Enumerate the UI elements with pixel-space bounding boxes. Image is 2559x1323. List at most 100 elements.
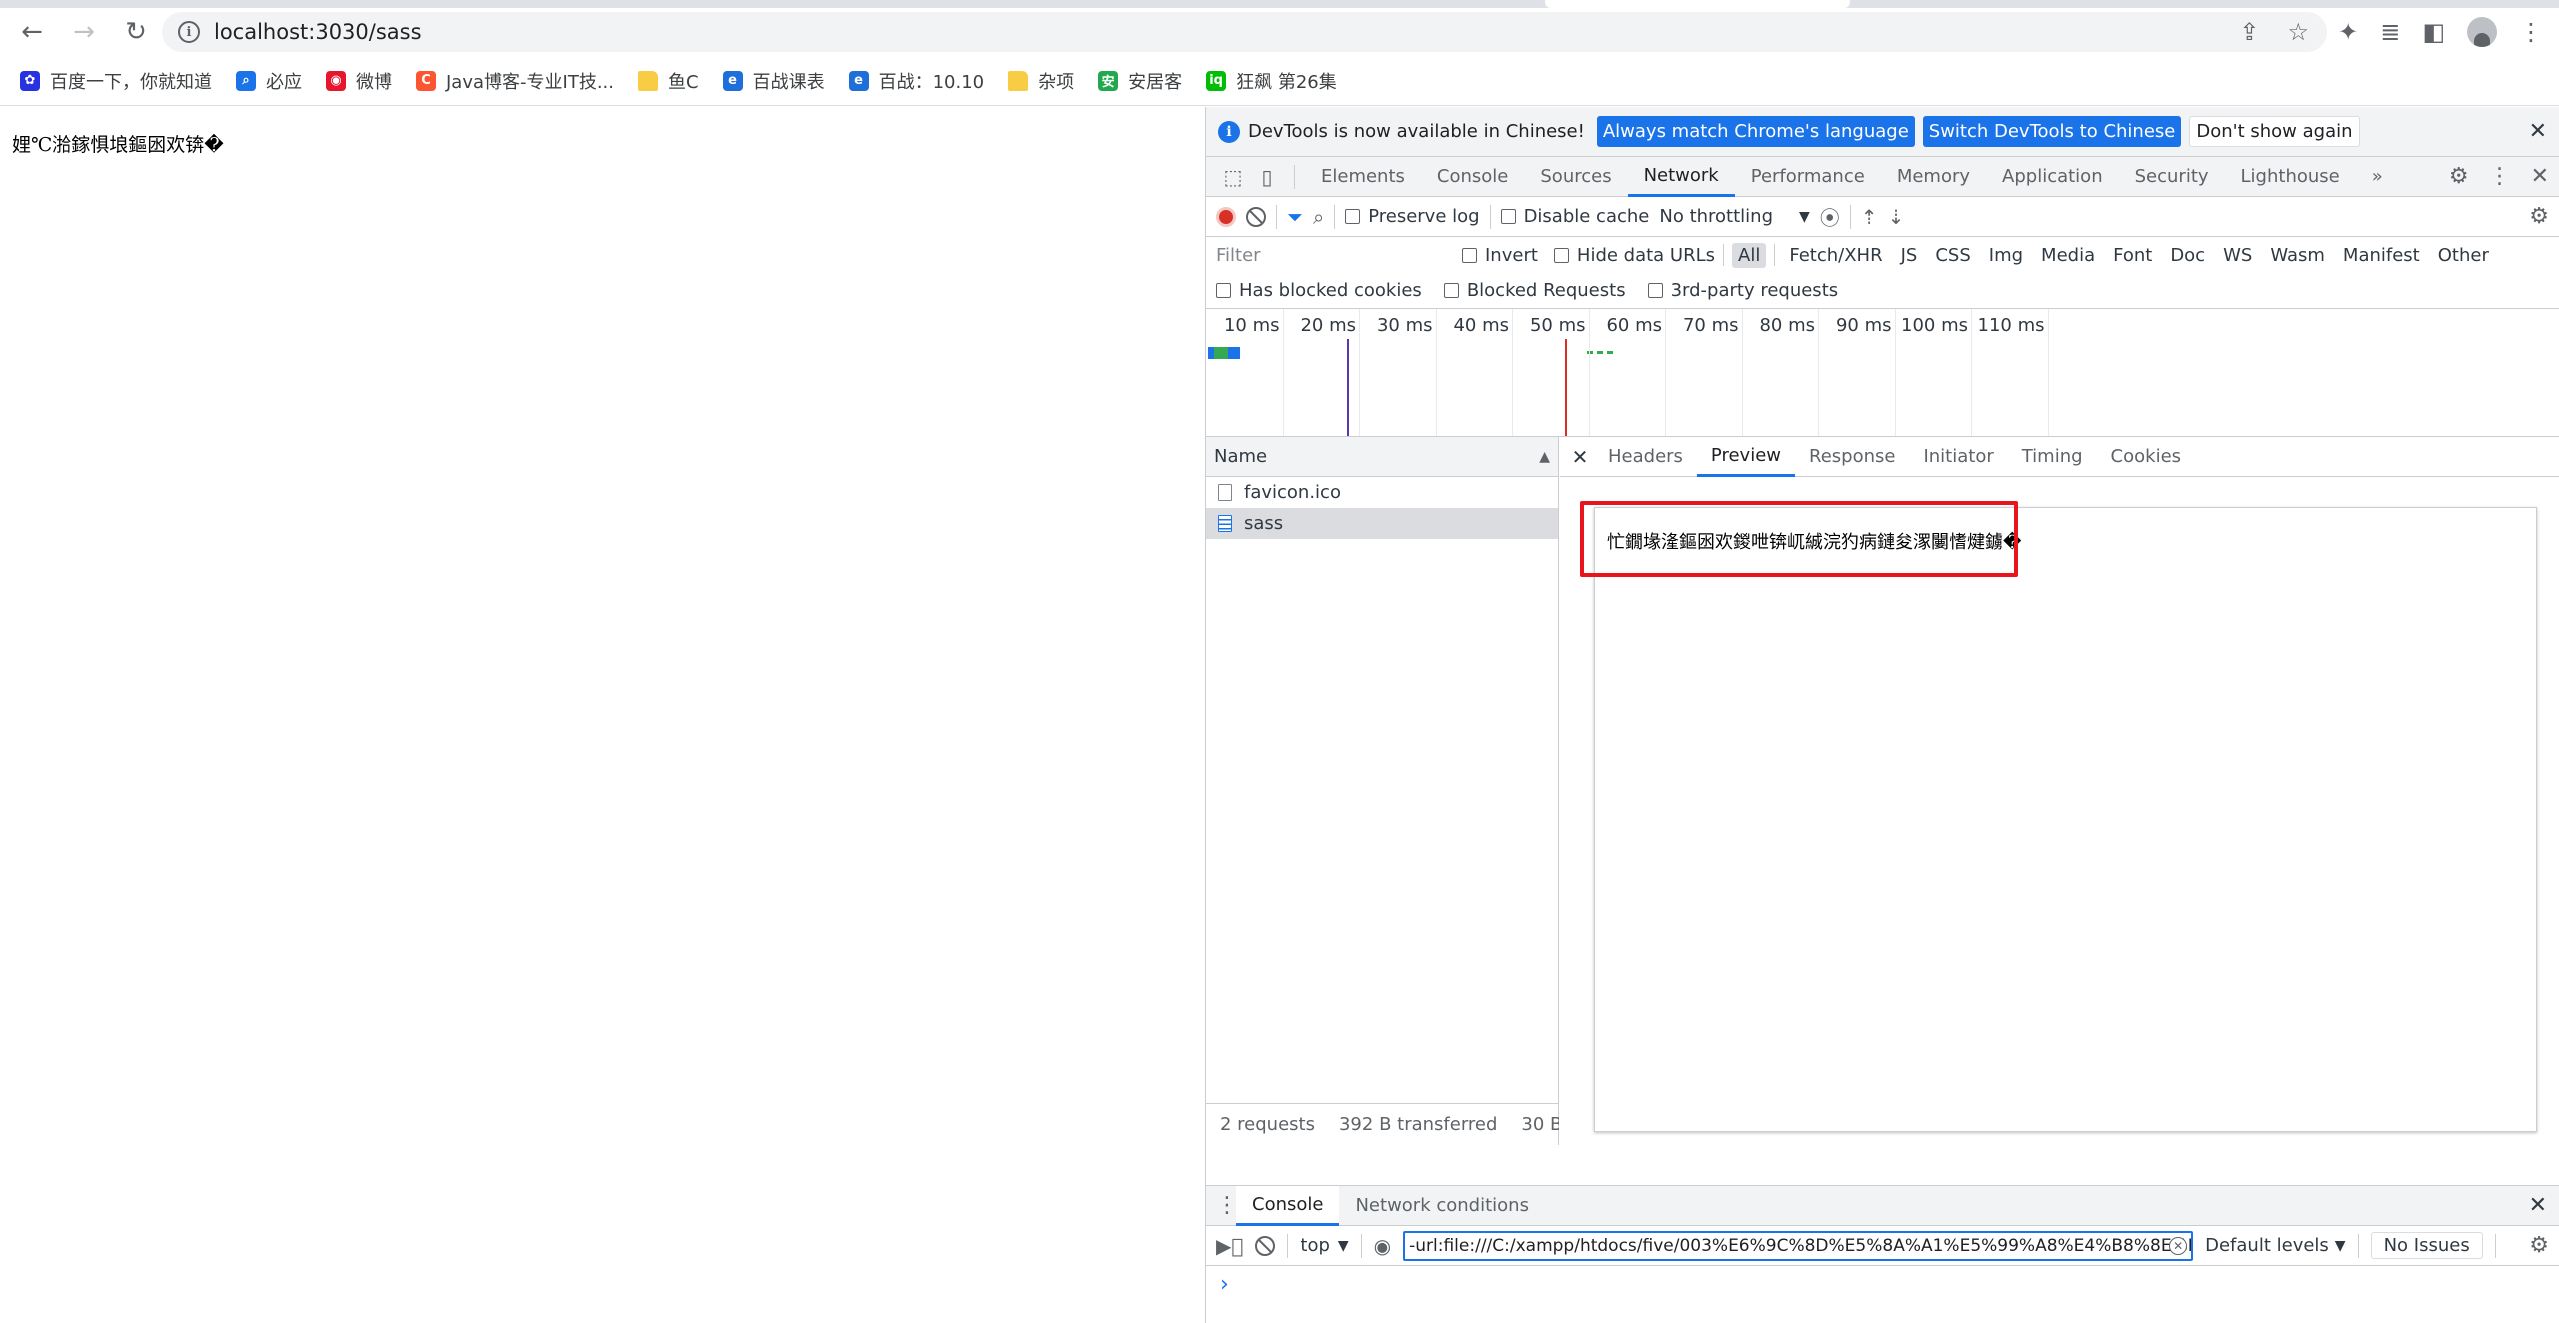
bookmark-item[interactable]: ✿ 百度一下，你就知道 [20, 68, 212, 94]
table-row[interactable]: favicon.ico [1206, 477, 1558, 508]
tab-memory[interactable]: Memory [1881, 157, 1986, 197]
filter-type-manifest[interactable]: Manifest [2337, 243, 2426, 268]
invert-checkbox[interactable]: Invert [1462, 245, 1538, 266]
tab-response[interactable]: Response [1795, 437, 1909, 477]
third-party-checkbox[interactable]: 3rd-party requests [1647, 280, 1838, 301]
customize-kebab-icon[interactable]: ⋮ [2489, 164, 2511, 189]
eye-icon[interactable]: ◉ [1374, 1234, 1391, 1258]
match-language-button[interactable]: Always match Chrome's language [1596, 116, 1915, 147]
sidebar-toggle-icon[interactable]: ▶⃞ [1216, 1234, 1243, 1258]
hide-data-urls-checkbox[interactable]: Hide data URLs [1553, 245, 1715, 266]
disable-cache-checkbox[interactable]: Disable cache [1500, 206, 1649, 227]
tab-headers[interactable]: Headers [1594, 437, 1697, 477]
tab-network[interactable]: Network [1627, 157, 1735, 197]
bookmark-label: 百战：10.10 [878, 71, 985, 93]
filter-type-font[interactable]: Font [2107, 243, 2158, 268]
has-blocked-cookies-checkbox[interactable]: Has blocked cookies [1216, 280, 1422, 301]
forward-button[interactable]: → [64, 12, 104, 52]
wifi-settings-icon[interactable]: ⦿ [1820, 202, 1840, 231]
log-levels-select[interactable]: Default levels ▼ [2205, 1235, 2345, 1256]
console-toolbar: ▶⃞ top ▼ ◉ -url:file:///C:/xampp/htdocs/f… [1206, 1226, 2559, 1266]
console-prompt[interactable]: › [1206, 1266, 2559, 1297]
switch-chinese-button[interactable]: Switch DevTools to Chinese [1922, 116, 2182, 147]
puzzle-icon[interactable]: ✦ [2338, 18, 2358, 46]
tab-application[interactable]: Application [1986, 157, 2119, 197]
media-list-icon[interactable]: ≣ [2380, 18, 2400, 46]
blocked-requests-checkbox[interactable]: Blocked Requests [1443, 280, 1626, 301]
filter-type-img[interactable]: Img [1983, 243, 2029, 268]
clear-console-icon[interactable] [1255, 1235, 1276, 1256]
filter-type-other[interactable]: Other [2432, 243, 2495, 268]
info-circle-icon[interactable]: i [178, 21, 200, 43]
table-row[interactable]: sass [1206, 508, 1558, 539]
bookmark-label: 微博 [356, 71, 392, 93]
preserve-log-checkbox[interactable]: Preserve log [1345, 206, 1480, 227]
drawer-tab-network-conditions[interactable]: Network conditions [1339, 1186, 1544, 1226]
bookmark-item[interactable]: C Java博客-专业IT技... [416, 68, 614, 94]
filter-type-media[interactable]: Media [2035, 243, 2101, 268]
throttling-select[interactable]: No throttling ▼ [1659, 206, 1809, 227]
clear-icon[interactable] [1246, 206, 1266, 227]
url-text[interactable]: localhost:3030/sass [214, 20, 422, 44]
side-panel-icon[interactable]: ◧ [2422, 18, 2445, 46]
share-icon[interactable]: ⇪ [2239, 18, 2259, 46]
drawer-tab-console[interactable]: Console [1236, 1185, 1340, 1226]
search-icon[interactable]: ⌕ [1313, 205, 1324, 229]
inspect-element-icon[interactable]: ⬚ [1216, 165, 1250, 189]
tab-performance[interactable]: Performance [1735, 157, 1881, 197]
bookmark-item[interactable]: ⌕ 必应 [236, 68, 302, 94]
context-select[interactable]: top ▼ [1300, 1235, 1348, 1256]
record-icon[interactable] [1216, 206, 1236, 227]
gear-icon[interactable]: ⚙ [2529, 204, 2549, 229]
close-drawer-icon[interactable]: ✕ [2529, 1193, 2547, 1218]
bookmark-item[interactable]: ◉ 微博 [326, 68, 392, 94]
star-icon[interactable]: ☆ [2287, 18, 2309, 46]
clear-filter-icon[interactable]: ✕ [2169, 1236, 2188, 1255]
tab-initiator[interactable]: Initiator [1909, 437, 2007, 477]
filter-type-css[interactable]: CSS [1929, 243, 1976, 268]
tab-security[interactable]: Security [2119, 157, 2225, 197]
device-toolbar-icon[interactable]: ▯ [1250, 165, 1284, 189]
close-devtools-icon[interactable]: ✕ [2531, 164, 2549, 189]
filter-type-fetch-xhr[interactable]: Fetch/XHR [1783, 243, 1888, 268]
issues-button[interactable]: No Issues [2370, 1232, 2483, 1259]
tab-preview[interactable]: Preview [1696, 437, 1795, 477]
dont-show-again-button[interactable]: Don't show again [2189, 116, 2360, 147]
more-tabs-icon[interactable]: » [2356, 157, 2399, 197]
name-column-header[interactable]: Name ▲ [1206, 437, 1558, 477]
tab-sources[interactable]: Sources [1524, 157, 1627, 197]
tab-lighthouse[interactable]: Lighthouse [2225, 157, 2356, 197]
filter-type-ws[interactable]: WS [2217, 243, 2258, 268]
upload-icon[interactable]: ⇡ [1861, 205, 1878, 229]
settings-gear-icon[interactable]: ⚙ [2449, 164, 2469, 189]
filter-icon[interactable]: ⏷ [1287, 205, 1303, 229]
reload-button[interactable]: ↻ [116, 12, 156, 52]
tab-timing[interactable]: Timing [2008, 437, 2097, 477]
active-tab[interactable] [1545, 0, 1850, 8]
tab-cookies[interactable]: Cookies [2097, 437, 2195, 477]
bookmark-item[interactable]: 杂项 [1008, 68, 1074, 94]
filter-type-js[interactable]: JS [1895, 243, 1924, 268]
avatar[interactable] [2467, 17, 2497, 47]
network-overview[interactable]: 10 ms 20 ms 30 ms 40 ms 50 ms 60 ms 70 ms 80 ms… [1206, 309, 2559, 437]
console-filter-input[interactable]: -url:file:///C:/xampp/htdocs/five/003%E6… [1403, 1230, 2194, 1261]
tab-elements[interactable]: Elements [1305, 157, 1421, 197]
drawer-menu-icon[interactable]: ⋮ [1216, 1193, 1238, 1218]
tab-console[interactable]: Console [1421, 157, 1524, 197]
close-icon[interactable]: ✕ [2529, 119, 2547, 144]
bookmark-item[interactable]: iq 狂飙 第26集 [1206, 68, 1337, 94]
filter-type-doc[interactable]: Doc [2164, 243, 2211, 268]
address-bar[interactable]: i localhost:3030/sass ⇪ ☆ [162, 12, 2327, 52]
console-settings-icon[interactable]: ⚙ [2529, 1233, 2549, 1258]
bookmark-item[interactable]: 安安居客 [1098, 68, 1182, 94]
back-button[interactable]: ← [12, 12, 52, 52]
bookmark-item[interactable]: e 百战课表 [722, 68, 825, 94]
filter-type-all[interactable]: All [1732, 242, 1767, 268]
filter-input[interactable]: Filter [1216, 242, 1456, 268]
bookmark-item[interactable]: e 百战：10.10 [848, 68, 985, 94]
bookmark-item[interactable]: 鱼C [638, 68, 699, 94]
download-icon[interactable]: ⇣ [1888, 205, 1905, 229]
kebab-icon[interactable]: ⋮ [2519, 18, 2543, 46]
close-detail-icon[interactable]: ✕ [1566, 445, 1594, 469]
filter-type-wasm[interactable]: Wasm [2264, 243, 2331, 268]
